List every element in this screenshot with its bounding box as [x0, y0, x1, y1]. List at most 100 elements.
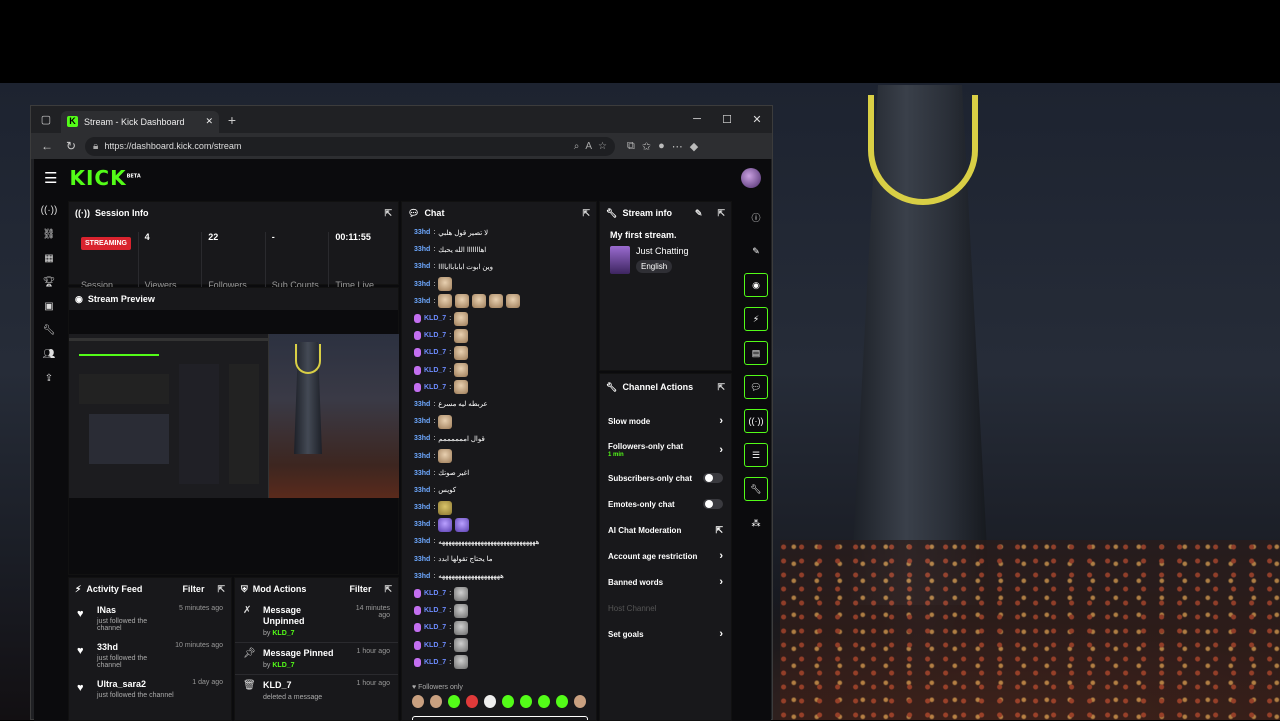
chat-message[interactable]: 33hd:	[402, 516, 596, 533]
chat-username[interactable]: 33hd	[414, 246, 430, 253]
chat-username[interactable]: KLD_7	[424, 367, 446, 374]
minimize-button[interactable]: ─	[682, 113, 712, 126]
emote-icon[interactable]	[556, 695, 568, 708]
channel-action-banned-words[interactable]: Banned words ›	[600, 569, 731, 595]
channel-action-followers-only-chat[interactable]: Followers-only chat 1 min ›	[600, 434, 731, 465]
follower-name[interactable]: Ultra_sara2	[97, 679, 184, 689]
preview-toggle-icon[interactable]: ◉	[744, 273, 768, 297]
chat-message[interactable]: KLD_7:	[402, 344, 596, 361]
chat-message[interactable]: 33hd: اهااااااا الله يحبك	[402, 241, 596, 258]
info-icon[interactable]: ⓘ	[744, 205, 768, 229]
users-icon[interactable]: 👥︎	[39, 349, 59, 363]
chat-username[interactable]: 33hd	[414, 504, 430, 511]
channel-action-subscribers-only-chat[interactable]: Subscribers-only chat	[600, 465, 731, 491]
trophy-icon[interactable]: 🏆︎	[39, 277, 59, 291]
extension-icon[interactable]: ⧉	[627, 140, 635, 153]
wrench-icon[interactable]: 🔧︎	[744, 477, 768, 501]
maximize-button[interactable]: ☐	[712, 113, 742, 126]
back-icon[interactable]: ←	[37, 139, 57, 153]
mod-action-title[interactable]: KLD_7	[263, 680, 342, 691]
emote-icon[interactable]	[484, 695, 496, 708]
chat-username[interactable]: 33hd	[414, 521, 430, 528]
toggle-switch[interactable]	[703, 473, 723, 483]
emote-icon[interactable]	[448, 695, 460, 708]
channel-action-ai-chat-moderation[interactable]: AI Chat Moderation ⇱	[600, 517, 731, 543]
read-aloud-icon[interactable]: A	[585, 141, 592, 152]
follower-name[interactable]: 33hd	[97, 642, 167, 652]
upload-icon[interactable]: ⇪	[39, 373, 59, 387]
new-tab-button[interactable]: +	[219, 112, 245, 128]
chat-username[interactable]: 33hd	[414, 298, 430, 305]
chat-message[interactable]: 33hd:	[402, 413, 596, 430]
chat-username[interactable]: 33hd	[414, 556, 430, 563]
chat-message[interactable]: KLD_7:	[402, 327, 596, 344]
reload-icon[interactable]: ↻	[61, 139, 81, 153]
emote-icon[interactable]	[538, 695, 550, 708]
popout-icon[interactable]: ⇱	[217, 584, 225, 595]
chat-username[interactable]: 33hd	[414, 401, 430, 408]
media-icon[interactable]: ▣	[39, 301, 59, 315]
channel-action-account-age-restriction[interactable]: Account age restriction ›	[600, 543, 731, 569]
chat-icon[interactable]: 💬︎	[744, 375, 768, 399]
edit-icon[interactable]: ✎	[695, 208, 703, 219]
emote-icon[interactable]	[574, 695, 586, 708]
chat-message[interactable]: KLD_7:	[402, 362, 596, 379]
channel-action-set-goals[interactable]: Set goals ›	[600, 621, 731, 647]
emote-icon[interactable]	[430, 695, 442, 708]
chat-message[interactable]: 33hd:	[402, 447, 596, 464]
chat-username[interactable]: KLD_7	[424, 607, 446, 614]
chat-message[interactable]: KLD_7:	[402, 602, 596, 619]
avatar[interactable]	[741, 168, 761, 188]
mod-by-name[interactable]: KLD_7	[272, 630, 294, 637]
chat-message[interactable]: KLD_7:	[402, 310, 596, 327]
site-info-icon[interactable]: 🔒︎	[93, 141, 98, 152]
emote-icon[interactable]	[502, 695, 514, 708]
chat-username[interactable]: KLD_7	[424, 315, 446, 322]
chat-message[interactable]: KLD_7:	[402, 654, 596, 671]
chat-message[interactable]: KLD_7:	[402, 637, 596, 654]
favorites-icon[interactable]: ✩	[642, 140, 651, 153]
stream-icon[interactable]: ((·))	[39, 205, 59, 219]
emote-icon[interactable]	[412, 695, 424, 708]
chat-username[interactable]: 33hd	[414, 418, 430, 425]
profile-icon[interactable]: ●	[658, 140, 665, 153]
chat-message[interactable]: KLD_7:	[402, 585, 596, 602]
chat-username[interactable]: 33hd	[414, 453, 430, 460]
chat-message[interactable]: 33hd: هههههههههههههههههههه	[402, 568, 596, 585]
popout-icon[interactable]: ⇱	[717, 208, 725, 219]
chat-username[interactable]: 33hd	[414, 281, 430, 288]
chat-message[interactable]: 33hd: ههههههههههههههههههههههههههههههه	[402, 533, 596, 550]
chat-username[interactable]: 33hd	[414, 229, 430, 236]
chat-username[interactable]: 33hd	[414, 573, 430, 580]
link-icon[interactable]: ⛓	[39, 229, 59, 243]
chat-username[interactable]: 33hd	[414, 487, 430, 494]
chat-message[interactable]: 33hd: اغير صوتك	[402, 465, 596, 482]
channel-action-slow-mode[interactable]: Slow mode ›	[600, 408, 731, 434]
chat-message[interactable]: 33hd:	[402, 276, 596, 293]
chat-username[interactable]: KLD_7	[424, 624, 446, 631]
chat-message[interactable]: 33hd:	[402, 293, 596, 310]
popout-icon[interactable]: ⇱	[582, 208, 590, 219]
toggle-switch[interactable]	[703, 499, 723, 509]
chat-message[interactable]: 33hd: كويس	[402, 482, 596, 499]
popout-icon[interactable]: ⇱	[717, 382, 725, 393]
zoom-icon[interactable]: ⌕	[574, 141, 580, 152]
chat-username[interactable]: KLD_7	[424, 349, 446, 356]
chat-message[interactable]: 33hd: عربطه ليه مسرع	[402, 396, 596, 413]
chat-username[interactable]: KLD_7	[424, 590, 446, 597]
wrench-icon[interactable]: 🔧︎	[39, 325, 59, 339]
popout-icon[interactable]: ⇱	[384, 584, 392, 595]
chat-username[interactable]: 33hd	[414, 435, 430, 442]
more-icon[interactable]: ⋯	[672, 140, 683, 153]
add-widget-icon[interactable]: ⁂	[744, 511, 768, 535]
chat-input[interactable]	[412, 716, 588, 720]
chat-username[interactable]: 33hd	[414, 263, 430, 270]
copilot-icon[interactable]: ◆	[690, 140, 698, 153]
stream-preview-video[interactable]	[69, 334, 399, 498]
chat-messages[interactable]: 33hd: لا تصير قول هلبي 33hd: اهااااااا الله…	[402, 224, 596, 674]
tab-actions-icon[interactable]: ▢	[31, 113, 61, 126]
chat-message[interactable]: KLD_7:	[402, 619, 596, 636]
chat-message[interactable]: 33hd: لا تصير قول هلبي	[402, 224, 596, 241]
mod-filter-button[interactable]: Filter	[349, 584, 371, 594]
analytics-icon[interactable]: ▦	[39, 253, 59, 267]
